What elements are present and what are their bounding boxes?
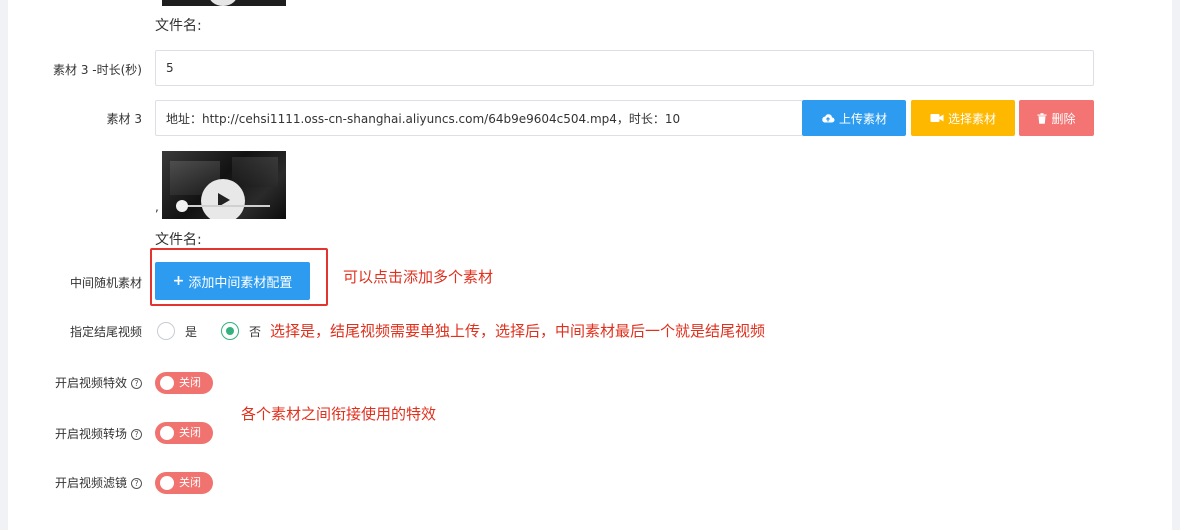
- effects-label-wrap: 开启视频特效?: [24, 374, 142, 391]
- filter-switch-label: 关闭: [179, 476, 201, 489]
- transition-label-wrap: 开启视频转场?: [24, 425, 142, 442]
- ending-radio-no-label[interactable]: 否: [249, 323, 261, 340]
- choose-material-button[interactable]: 选择素材: [911, 100, 1015, 136]
- previous-video-thumbnail[interactable]: [162, 0, 286, 6]
- plus-icon: +: [172, 273, 185, 289]
- ending-radio-yes[interactable]: [157, 322, 175, 340]
- video-progress-handle[interactable]: [176, 200, 188, 212]
- separator-text: ,: [155, 200, 159, 214]
- trash-icon: [1037, 112, 1047, 124]
- add-middle-material-label: 添加中间素材配置: [188, 275, 293, 291]
- ending-annotation: 选择是，结尾视频需要单独上传，选择后，中间素材最后一个就是结尾视频: [270, 322, 766, 340]
- add-middle-material-button[interactable]: + 添加中间素材配置: [155, 262, 310, 300]
- choose-material-label: 选择素材: [947, 111, 996, 126]
- upload-material-label: 上传素材: [838, 111, 887, 126]
- filter-switch[interactable]: 关闭: [155, 472, 213, 494]
- ending-video-label: 指定结尾视频: [69, 325, 142, 339]
- video-progress-bar[interactable]: [178, 205, 270, 207]
- previous-filename-label: 文件名:: [155, 18, 202, 34]
- effects-switch-label: 关闭: [179, 376, 201, 389]
- delete-material-button[interactable]: 删除: [1019, 100, 1094, 136]
- duration-label: 素材 3 -时长(秒): [53, 63, 142, 77]
- middle-annotation: 可以点击添加多个素材: [343, 268, 494, 286]
- video-thumbnail[interactable]: [162, 151, 286, 219]
- duration-input[interactable]: [155, 50, 1094, 86]
- question-circle-icon[interactable]: ?: [131, 429, 142, 440]
- delete-material-label: 删除: [1051, 111, 1076, 126]
- transition-switch-label: 关闭: [179, 426, 201, 439]
- ending-radio-no[interactable]: [221, 322, 239, 340]
- effects-annotation: 各个素材之间衔接使用的特效: [241, 405, 437, 423]
- material-label: 素材 3: [106, 112, 142, 126]
- transition-switch[interactable]: 关闭: [155, 422, 213, 444]
- transition-label: 开启视频转场: [54, 427, 127, 441]
- upload-material-button[interactable]: 上传素材: [802, 100, 906, 136]
- cloud-upload-icon: [822, 114, 835, 123]
- question-circle-icon[interactable]: ?: [131, 478, 142, 489]
- video-camera-icon: [930, 114, 944, 122]
- effects-switch[interactable]: 关闭: [155, 372, 213, 394]
- filter-label: 开启视频滤镜: [54, 476, 127, 490]
- middle-material-label: 中间随机素材: [69, 276, 142, 290]
- material-address-input[interactable]: [155, 100, 803, 136]
- material-filename-label: 文件名:: [155, 232, 202, 248]
- play-button[interactable]: [201, 179, 245, 219]
- effects-label: 开启视频特效: [54, 376, 127, 390]
- ending-radio-yes-label[interactable]: 是: [185, 323, 197, 340]
- switch-knob: [160, 476, 174, 490]
- switch-knob: [160, 426, 174, 440]
- switch-knob: [160, 376, 174, 390]
- form-page: 文件名: 素材 3 -时长(秒) 素材 3 上传素材 选择素材 删除 ,: [8, 0, 1172, 530]
- filter-label-wrap: 开启视频滤镜?: [24, 474, 142, 491]
- question-circle-icon[interactable]: ?: [131, 378, 142, 389]
